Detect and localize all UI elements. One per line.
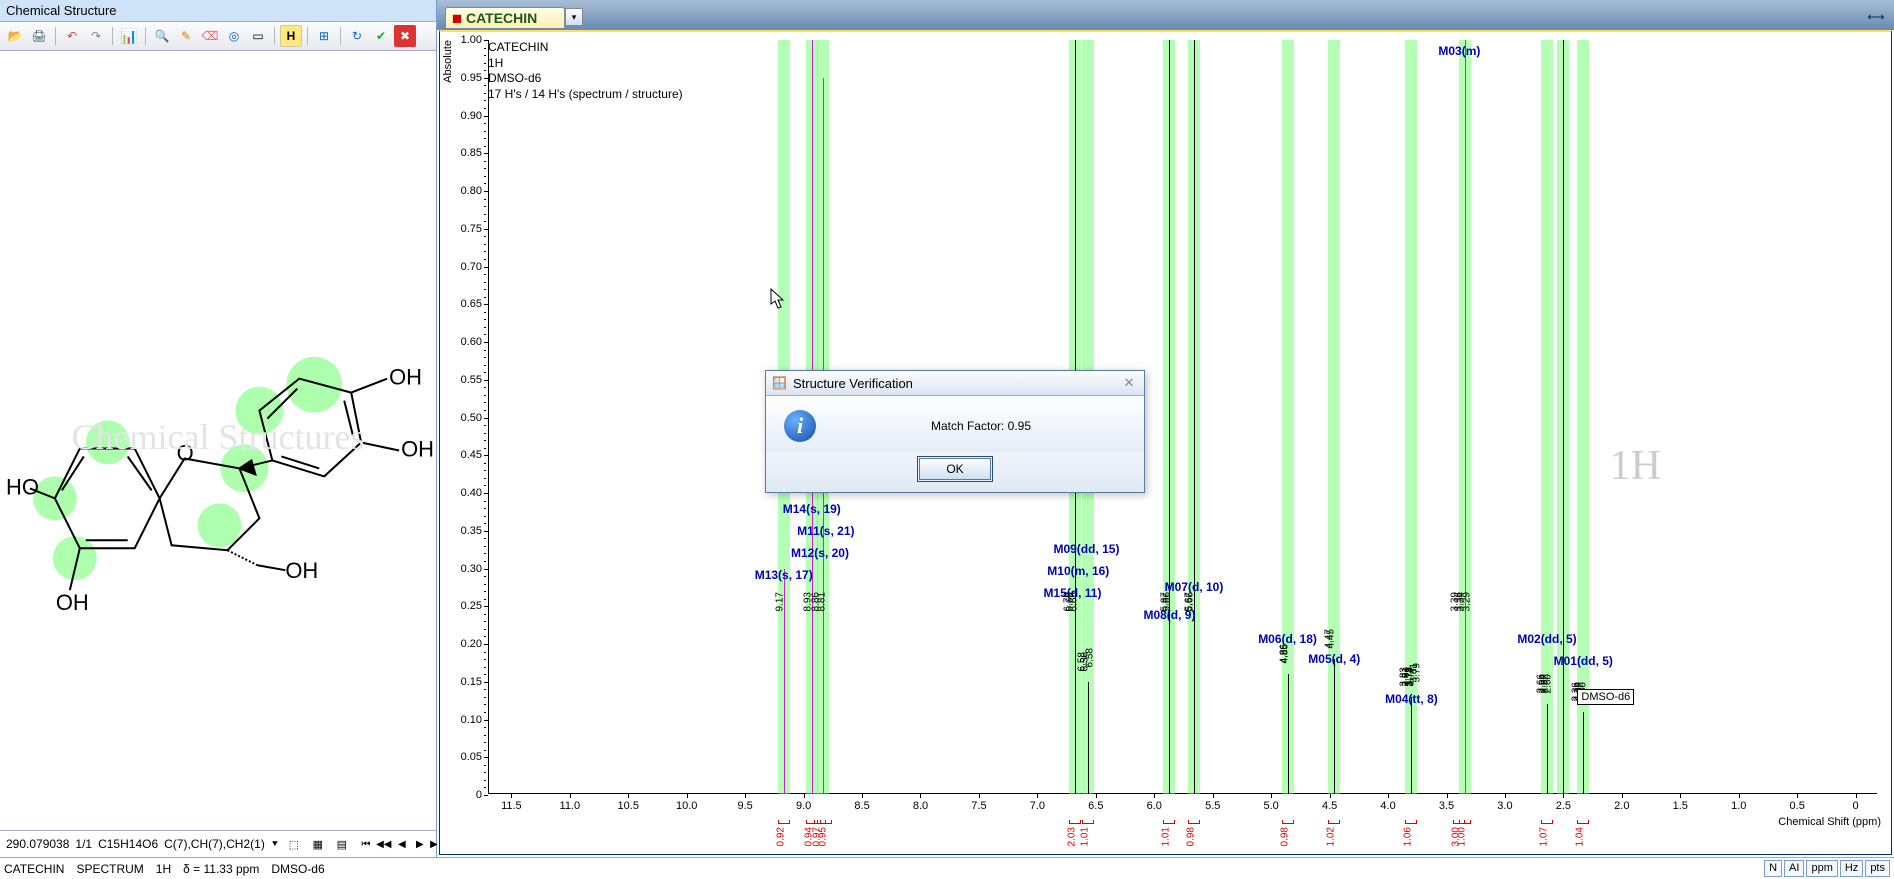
panel-title: Chemical Structure (0, 0, 436, 22)
atom-oh-4: OH (389, 365, 422, 390)
eraser-icon[interactable]: ⌫ (199, 25, 221, 47)
solvent-label-box: DMSO-d6 (1577, 689, 1634, 705)
footer-icon-2[interactable]: ▦ (309, 835, 327, 853)
check-icon[interactable]: ✔ (370, 25, 392, 47)
spectrum-panel: ◼ CATECHIN ▾ ⟷ Absolute Chemical Shift (… (437, 0, 1894, 857)
dialog-message: Match Factor: 0.95 (836, 419, 1126, 433)
spectrum-plot[interactable]: Absolute Chemical Shift (ppm) 1H CATECHI… (439, 30, 1892, 855)
status-type: SPECTRUM (76, 862, 143, 876)
dialog-app-icon: 🪟 (772, 376, 787, 390)
mol-carbons: C(7),CH(7),CH2(1) (164, 837, 265, 851)
multiplet-M12: M12(s, 20) (791, 546, 849, 560)
select-rect-icon[interactable]: ▭ (247, 25, 269, 47)
nav-prev-icon[interactable]: ◀◀ (375, 835, 393, 853)
ok-button[interactable]: OK (919, 458, 991, 480)
status-bar: CATECHIN SPECTRUM 1H δ = 11.33 ppm DMSO-… (0, 857, 1894, 879)
multiplet-M11: M11(s, 21) (797, 524, 854, 538)
tab-catechin[interactable]: ◼ CATECHIN (445, 7, 565, 28)
chemical-structure-panel: Chemical Structure 📂 🖨 ↶ ↷ 📊 🔍 ✎ ⌫ ◎ ▭ H… (0, 0, 437, 857)
grid-icon[interactable]: ⊞ (313, 25, 335, 47)
status-btn-hz[interactable]: Hz (1840, 860, 1863, 877)
zoom-icon[interactable]: 🔍 (151, 25, 173, 47)
multiplet-M10: M10(m, 16) (1047, 564, 1109, 578)
h-label-icon[interactable]: H (280, 25, 302, 47)
undo-icon[interactable]: ↶ (61, 25, 83, 47)
dialog-title-text: Structure Verification (793, 376, 913, 391)
dialog-titlebar[interactable]: 🪟 Structure Verification ✕ (766, 371, 1144, 396)
atom-oh-2: OH (56, 590, 89, 615)
atom-ho-1: HO (6, 474, 39, 499)
nav-back-icon[interactable]: ◀ (393, 835, 411, 853)
structure-verification-dialog: 🪟 Structure Verification ✕ i Match Facto… (765, 370, 1145, 493)
mol-index: 1/1 (75, 837, 92, 851)
atom-oh-3: OH (285, 558, 318, 583)
mol-formula: C15H14O6 (98, 837, 158, 851)
nav-first-icon[interactable]: ⏮ (357, 835, 375, 853)
multiplet-M03: M03(m) (1438, 44, 1480, 58)
open-icon[interactable]: 📂 (4, 25, 26, 47)
multiplet-M01: M01(dd, 5) (1554, 654, 1613, 668)
nucleus-label: 1H (1610, 442, 1661, 490)
status-btn-ai[interactable]: AI (1784, 860, 1804, 877)
info-icon: i (784, 410, 816, 442)
close-icon[interactable]: ✕ (1120, 375, 1138, 391)
multiplet-M09: M09(dd, 15) (1053, 542, 1119, 556)
delete-icon[interactable]: ✖ (394, 25, 416, 47)
status-btn-ppm[interactable]: ppm (1806, 860, 1837, 877)
nav-fwd-icon[interactable]: ▶ (411, 835, 429, 853)
structure-canvas[interactable]: Chemical Structures (0, 51, 436, 830)
multiplet-M04: M04(tt, 8) (1385, 692, 1438, 706)
stop-icon: ◼ (452, 11, 462, 25)
structure-toolbar: 📂 🖨 ↶ ↷ 📊 🔍 ✎ ⌫ ◎ ▭ H ⊞ ↻ ✔ ✖ (0, 22, 436, 51)
refresh-icon[interactable]: ↻ (346, 25, 368, 47)
multiplet-M13: M13(s, 17) (755, 568, 813, 582)
status-nucleus: 1H (156, 862, 171, 876)
spectrum-info: CATECHIN 1H DMSO-d6 17 H's / 14 H's (spe… (488, 40, 683, 102)
status-solvent: DMSO-d6 (271, 862, 324, 876)
mol-mass: 290.079038 (6, 837, 69, 851)
structure-footer: 290.079038 1/1 C15H14O6 C(7),CH(7),CH2(1… (0, 830, 436, 857)
redo-icon[interactable]: ↷ (85, 25, 107, 47)
expand-horizontal-icon[interactable]: ⟷ (1866, 7, 1886, 27)
footer-icon-3[interactable]: ▤ (333, 835, 351, 853)
print-icon[interactable]: 🖨 (28, 25, 50, 47)
chart-icon[interactable]: 📊 (118, 25, 140, 47)
pencil-icon[interactable]: ✎ (175, 25, 197, 47)
status-btn-pts[interactable]: pts (1865, 860, 1890, 877)
tab-dropdown[interactable]: ▾ (565, 8, 583, 26)
x-axis-label: Chemical Shift (ppm) (1778, 816, 1881, 828)
atom-o: O (177, 440, 194, 465)
multiplet-M05: M05(d, 4) (1308, 652, 1360, 666)
status-delta: δ = 11.33 ppm (183, 862, 259, 876)
multiplet-M02: M02(dd, 5) (1517, 632, 1576, 646)
status-name: CATECHIN (4, 862, 64, 876)
footer-icon-1[interactable]: ⬚ (285, 835, 303, 853)
multiplet-M14: M14(s, 19) (783, 502, 841, 516)
atom-oh-5: OH (401, 436, 434, 461)
status-btn-n[interactable]: N (1764, 860, 1782, 877)
tab-bar: ◼ CATECHIN ▾ ⟷ (437, 0, 1894, 30)
target-icon[interactable]: ◎ (223, 25, 245, 47)
